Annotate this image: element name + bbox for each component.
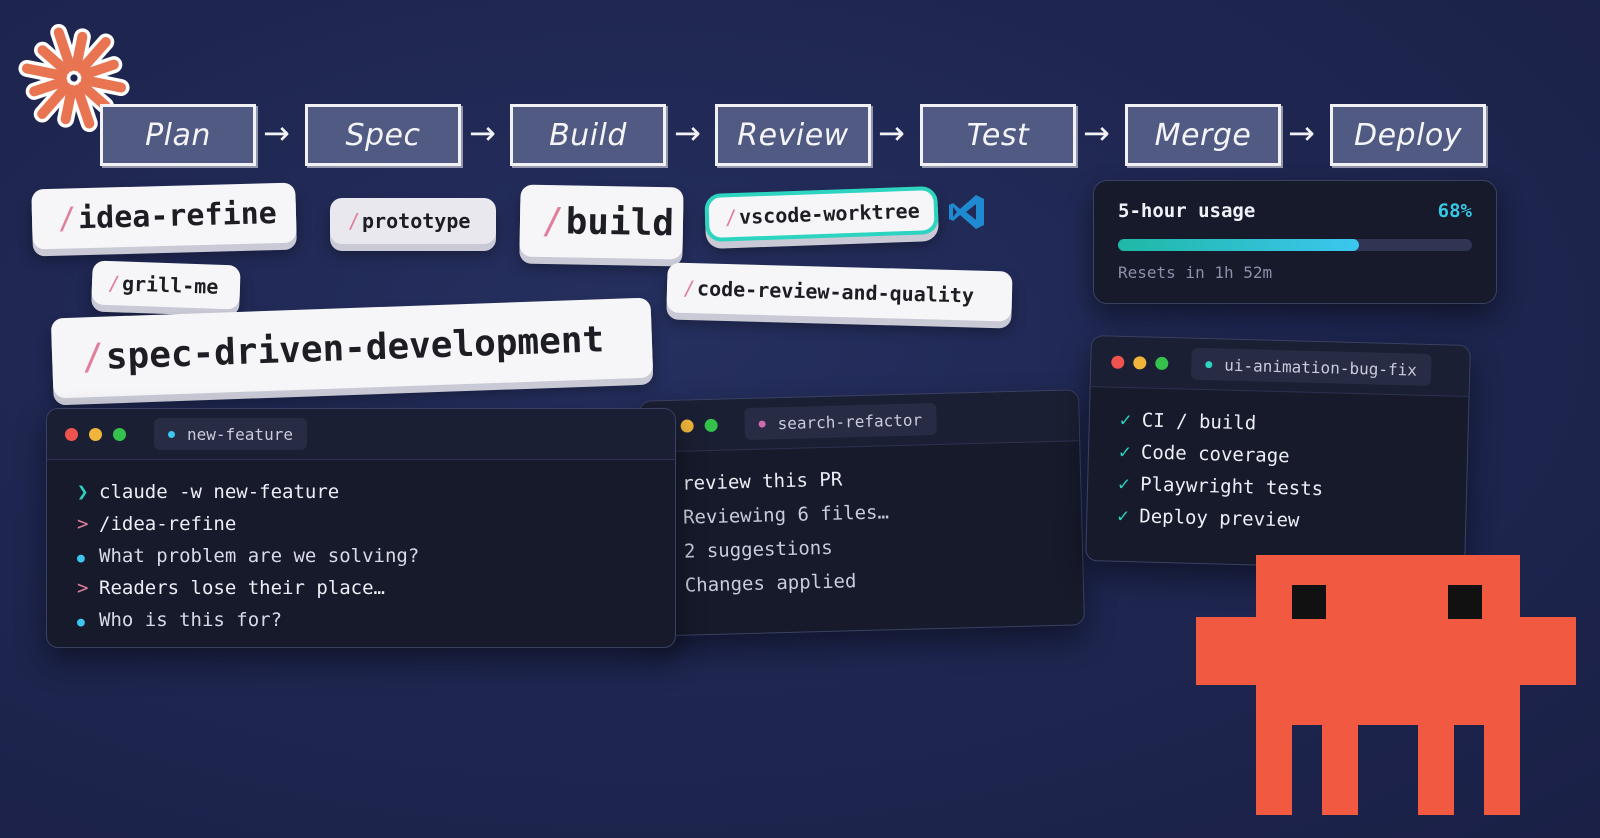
- command-label: idea-refine: [77, 195, 278, 236]
- terminal-line: ●2 suggestions: [662, 536, 833, 563]
- usage-progress-fill: [1118, 239, 1359, 251]
- slash-glyph: /: [682, 275, 696, 301]
- tab-ui-animation-bug-fix[interactable]: ui-animation-bug-fix: [1190, 347, 1432, 386]
- title-bar: search-refactor: [640, 390, 1080, 453]
- terminal-search-refactor[interactable]: search-refactor >review this PR ●Reviewi…: [638, 389, 1086, 637]
- tab-status-dot: [1205, 360, 1213, 368]
- command-label: prototype: [362, 209, 471, 233]
- terminal-line: ●Reviewing 6 files…: [661, 501, 890, 529]
- window-close-dot[interactable]: [65, 428, 78, 441]
- terminal-new-feature[interactable]: new-feature ❯ claude -w new-feature >/ide…: [46, 408, 676, 648]
- title-bar: ui-animation-bug-fix: [1090, 336, 1470, 397]
- usage-percent: 68%: [1437, 200, 1472, 222]
- tab-label: ui-animation-bug-fix: [1224, 355, 1418, 380]
- terminal-line: >review this PR: [660, 468, 843, 496]
- terminal-line: ❯ claude -w new-feature: [77, 481, 340, 503]
- command-build[interactable]: / build: [519, 184, 684, 260]
- command-label: code-review-and-quality: [696, 276, 975, 308]
- usage-card: 5-hour usage 68% Resets in 1h 52m: [1093, 180, 1497, 304]
- command-label: build: [565, 200, 675, 244]
- arrow-icon: →: [1083, 114, 1110, 152]
- window-minimize-dot[interactable]: [1133, 356, 1147, 370]
- window-close-dot[interactable]: [1111, 355, 1125, 369]
- tab-status-dot: [758, 419, 766, 428]
- vscode-icon: [949, 195, 984, 229]
- arrow-icon: →: [263, 114, 290, 152]
- terminal-line: ✓ Deploy preview: [1117, 504, 1300, 532]
- slash-glyph: /: [348, 209, 361, 233]
- tab-label: search-refactor: [777, 409, 923, 433]
- slash-glyph: /: [541, 200, 565, 242]
- stage-review: Review: [715, 104, 871, 166]
- terminal-line: ✓ Playwright tests: [1117, 472, 1324, 501]
- window-maximize-dot[interactable]: [113, 428, 126, 441]
- tab-search-refactor[interactable]: search-refactor: [744, 403, 937, 441]
- window-maximize-dot[interactable]: [704, 418, 718, 433]
- usage-progress-track: [1118, 239, 1472, 251]
- window-minimize-dot[interactable]: [89, 428, 102, 441]
- stage-test: Test: [920, 104, 1076, 166]
- terminal-line: ● What problem are we solving?: [77, 545, 420, 567]
- arrow-icon: →: [1288, 114, 1315, 152]
- tab-status-dot: [168, 430, 175, 438]
- command-label: spec-driven-development: [105, 318, 605, 378]
- window-minimize-dot[interactable]: [680, 419, 694, 433]
- terminal-line: >/idea-refine: [77, 513, 237, 535]
- usage-title: 5-hour usage: [1118, 200, 1256, 222]
- usage-reset-text: Resets in 1h 52m: [1118, 263, 1273, 282]
- tab-new-feature[interactable]: new-feature: [154, 418, 307, 450]
- command-spec-driven-development[interactable]: / spec-driven-development: [50, 297, 654, 399]
- arrow-icon: →: [469, 114, 496, 152]
- command-label: vscode-worktree: [738, 198, 921, 229]
- command-code-review-and-quality[interactable]: / code-review-and-quality: [666, 262, 1013, 322]
- command-prototype[interactable]: / prototype: [330, 198, 496, 244]
- stage-spec: Spec: [305, 104, 461, 166]
- arrow-icon: →: [878, 114, 905, 152]
- slash-glyph: /: [57, 200, 77, 237]
- terminal-line: ✓ CI / build: [1119, 408, 1257, 435]
- title-bar: new-feature: [47, 409, 675, 460]
- stage-merge: Merge: [1125, 104, 1281, 166]
- command-grill-me[interactable]: / grill-me: [91, 260, 241, 310]
- stage-plan: Plan: [100, 104, 256, 166]
- slash-glyph: /: [107, 270, 121, 296]
- slash-glyph: /: [81, 336, 105, 378]
- terminal-ui-animation-bug-fix[interactable]: ui-animation-bug-fix ✓ CI / build ✓ Code c…: [1085, 335, 1471, 571]
- tab-label: new-feature: [187, 424, 293, 444]
- terminal-line: > Readers lose their place…: [77, 577, 385, 599]
- command-vscode-worktree[interactable]: / vscode-worktree: [704, 185, 939, 243]
- window-maximize-dot[interactable]: [1155, 356, 1169, 371]
- command-label: grill-me: [121, 271, 219, 299]
- terminal-line: ✓ Code coverage: [1118, 440, 1290, 468]
- terminal-line: ● Who is this for?: [77, 609, 283, 631]
- stage-deploy: Deploy: [1330, 104, 1486, 166]
- stage-build: Build: [510, 104, 666, 166]
- arrow-icon: →: [674, 114, 701, 152]
- command-idea-refine[interactable]: / idea-refine: [31, 182, 297, 250]
- slash-glyph: /: [724, 204, 738, 230]
- terminal-line: ✓Changes applied: [663, 570, 857, 597]
- pixel-monster-icon: [1196, 555, 1576, 815]
